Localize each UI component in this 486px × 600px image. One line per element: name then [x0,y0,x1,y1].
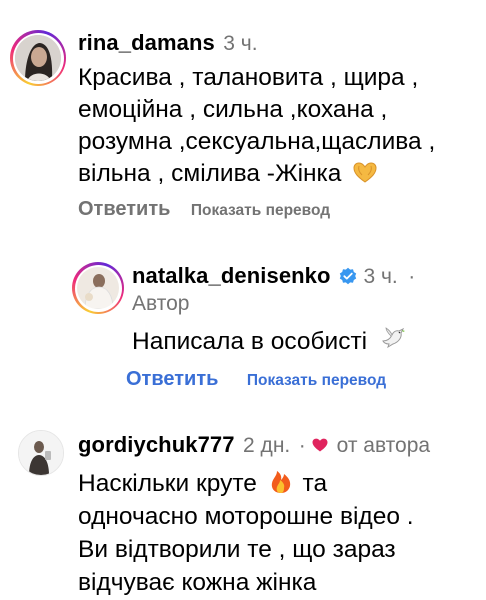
comment-line-1-suffix: та [302,470,328,497]
comment-gordiychuk777: gordiychuk777 2 дн. · от автора Наскільк… [0,400,486,600]
author-label: Автор [132,292,190,315]
dove-emoji-icon [380,327,406,360]
comment-line-2: одночасно моторошне відео . [78,503,414,530]
avatar-photo [15,35,61,81]
comment-text: Написала в особисті [132,328,368,355]
comment-line-2: емоційна , сильна ,кохана , [78,96,388,123]
liked-by-author-label: от автора [336,434,431,457]
avatar-photo [19,431,63,475]
fire-emoji-icon [270,468,292,503]
avatar[interactable] [18,430,64,476]
username[interactable]: natalka_denisenko [132,263,331,288]
translate-button[interactable]: Показать перевод [247,372,386,389]
timestamp: 2 дн. [243,434,291,457]
reply-button[interactable]: Ответить [78,198,170,220]
comment-line-3: Ви відтворили те , що зараз [78,536,396,563]
avatar[interactable] [72,262,124,314]
comment-line-4: вільна , смілива -Жінка [78,160,342,187]
verified-badge-icon [339,267,357,290]
avatar[interactable] [10,30,66,86]
separator-dot: · [298,434,306,457]
heart-hands-emoji-icon [352,161,378,193]
comment-natalka-denisenko: natalka_denisenko 3 ч. · Автор Написала … [0,230,486,400]
username[interactable]: rina_damans [78,30,215,55]
username[interactable]: gordiychuk777 [78,432,235,457]
comment-line-1: Наскільки круте [78,470,257,497]
timestamp: 3 ч. [363,265,398,288]
heart-icon [312,438,328,457]
comment-line-3: розумна ,сексуальна,щаслива , [78,128,436,155]
comment-line-1: Красива , талановита , щира , [78,64,419,91]
timestamp: 3 ч. [223,32,258,55]
translate-button[interactable]: Показать перевод [191,202,330,219]
separator-dot: · [408,265,416,288]
reply-button[interactable]: Ответить [126,368,218,390]
avatar-photo [77,267,119,309]
comment-line-4: відчуває кожна жінка [78,569,317,596]
comment-rina-damans: rina_damans 3 ч. Красива , талановита , … [0,0,486,230]
